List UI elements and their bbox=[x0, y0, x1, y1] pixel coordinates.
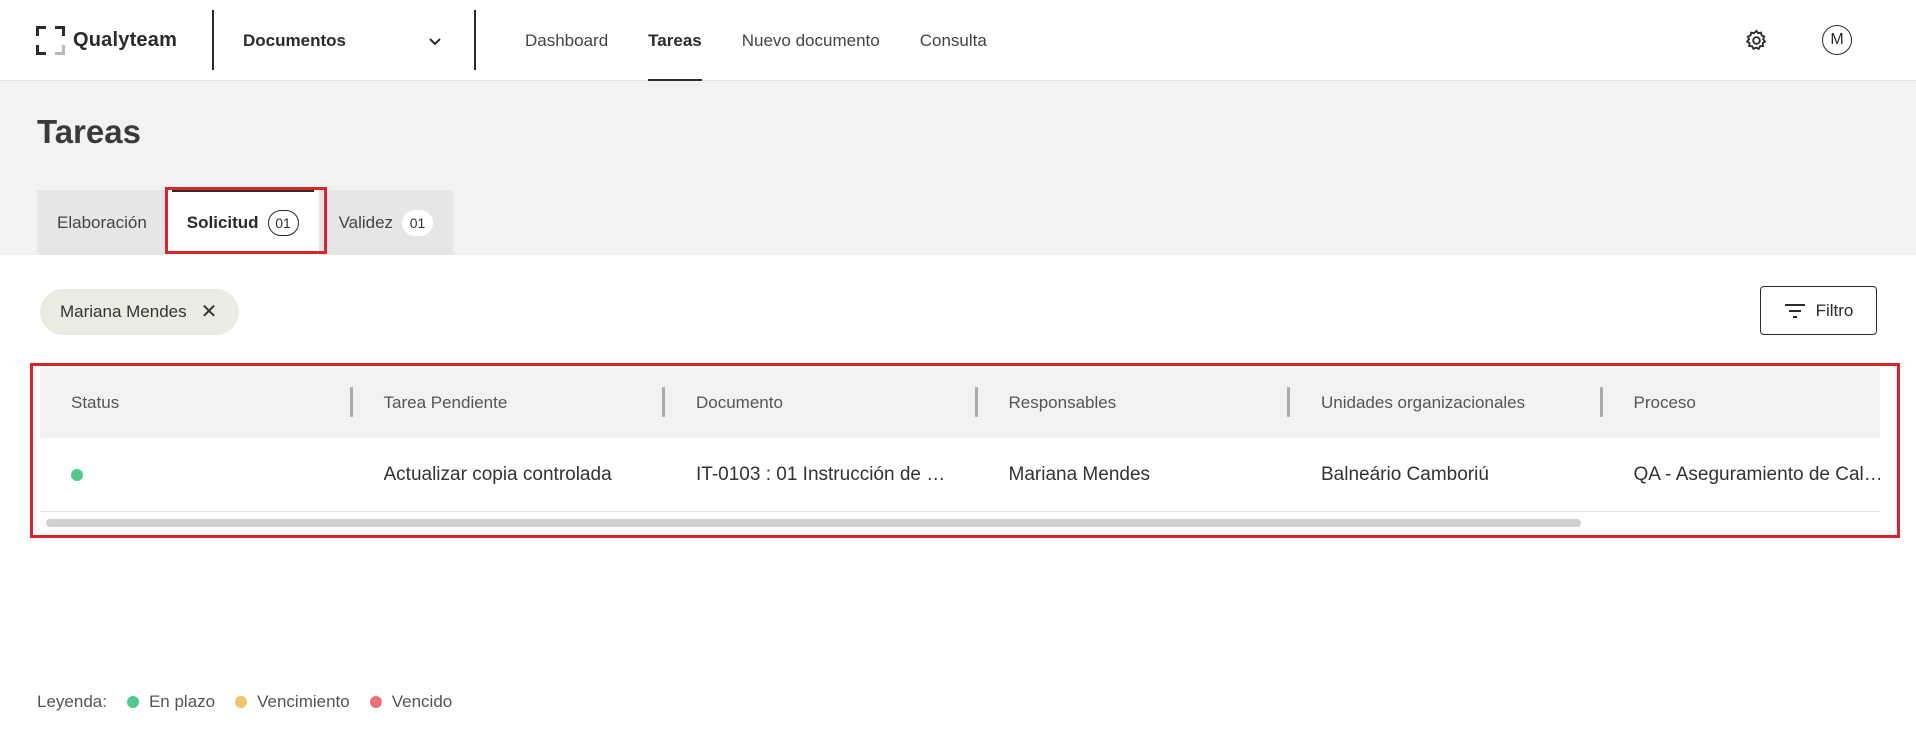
page-title: Tareas bbox=[37, 113, 141, 150]
cell-text: IT-0103 : 01 Instrucción de … bbox=[696, 463, 946, 485]
tasks-table-highlight: Status Tarea Pendiente Documento Respons… bbox=[30, 363, 1900, 538]
legend-item-label: En plazo bbox=[148, 692, 216, 711]
filter-icon bbox=[1784, 303, 1805, 318]
legend-item-label: Vencido bbox=[391, 692, 453, 711]
filter-button-label: Filtro bbox=[1815, 300, 1854, 320]
legend-item-label: Vencimiento bbox=[257, 692, 350, 711]
cell-documento[interactable]: IT-0103 : 01 Instrucción de … bbox=[665, 438, 978, 511]
module-selector-label: Documentos bbox=[243, 31, 346, 50]
tab-count-badge: 01 bbox=[402, 209, 434, 236]
filter-button[interactable]: Filtro bbox=[1760, 286, 1877, 335]
cell-text: Mariana Mendes bbox=[1008, 463, 1151, 485]
legend-label: Leyenda: bbox=[37, 692, 107, 711]
tab-count-badge: 01 bbox=[267, 209, 299, 236]
user-avatar[interactable]: M bbox=[1822, 25, 1852, 55]
legend-item: Vencido bbox=[369, 692, 453, 712]
cell-text: Actualizar copia controlada bbox=[383, 463, 612, 485]
divider bbox=[212, 10, 214, 70]
column-header-proceso[interactable]: Proceso bbox=[1603, 368, 1881, 438]
divider bbox=[474, 10, 476, 70]
nav-nuevo-documento[interactable]: Nuevo documento bbox=[742, 0, 880, 81]
cell-responsables: Mariana Mendes bbox=[978, 438, 1291, 511]
table-row[interactable]: Actualizar copia controlada IT-0103 : 01… bbox=[40, 438, 1880, 512]
tab-label: Solicitud bbox=[186, 212, 259, 232]
table-header: Status Tarea Pendiente Documento Respons… bbox=[40, 368, 1880, 438]
nav-dashboard[interactable]: Dashboard bbox=[525, 0, 608, 81]
task-tabs: Elaboración Solicitud 01 Validez 01 bbox=[37, 190, 454, 255]
legend-dot bbox=[235, 696, 248, 708]
main-nav: Dashboard Tareas Nuevo documento Consult… bbox=[525, 0, 1027, 81]
column-header-responsables[interactable]: Responsables bbox=[978, 368, 1291, 438]
horizontal-scrollbar[interactable] bbox=[46, 519, 1581, 527]
column-header-unidades[interactable]: Unidades organizacionales bbox=[1290, 368, 1603, 438]
chevron-down-icon bbox=[429, 38, 441, 46]
legend-item: Vencimiento bbox=[235, 692, 350, 712]
legend-dot bbox=[369, 696, 382, 708]
column-header-documento[interactable]: Documento bbox=[665, 368, 978, 438]
logo-mark-icon bbox=[36, 25, 65, 55]
status-legend: Leyenda: En plazo Vencimiento Vencido bbox=[37, 692, 452, 712]
qualyteam-logo[interactable]: Qualyteam bbox=[36, 24, 177, 56]
cell-text: Balneário Camboriú bbox=[1321, 463, 1489, 485]
cell-unidades: Balneário Camboriú bbox=[1290, 438, 1603, 511]
cell-tarea: Actualizar copia controlada bbox=[353, 438, 666, 511]
brand-name: Qualyteam bbox=[73, 28, 178, 51]
filter-chip-label: Mariana Mendes bbox=[60, 302, 187, 321]
cell-proceso: QA - Aseguramiento de Cal… bbox=[1603, 438, 1881, 511]
tab-validez[interactable]: Validez 01 bbox=[319, 190, 454, 255]
cell-status bbox=[40, 438, 353, 511]
tasks-table: Status Tarea Pendiente Documento Respons… bbox=[40, 368, 1880, 518]
legend-item: En plazo bbox=[126, 692, 216, 712]
column-header-tarea-pendiente[interactable]: Tarea Pendiente bbox=[353, 368, 666, 438]
filter-chip: Mariana Mendes ✕ bbox=[40, 289, 240, 335]
tab-label: Elaboración bbox=[57, 212, 147, 232]
page-header: Tareas Elaboración Solicitud 01 Validez … bbox=[0, 81, 1916, 255]
gear-icon[interactable] bbox=[1744, 28, 1769, 53]
tab-solicitud[interactable]: Solicitud 01 bbox=[166, 190, 319, 255]
status-dot bbox=[71, 468, 83, 481]
legend-dot bbox=[126, 696, 139, 708]
tab-elaboracion[interactable]: Elaboración bbox=[37, 190, 167, 255]
top-navigation-bar: Qualyteam Documentos Dashboard Tareas Nu… bbox=[0, 0, 1916, 81]
column-header-status[interactable]: Status bbox=[40, 368, 353, 438]
nav-tareas[interactable]: Tareas bbox=[648, 0, 702, 81]
close-icon[interactable]: ✕ bbox=[201, 302, 218, 322]
module-selector[interactable]: Documentos bbox=[243, 24, 443, 58]
tab-label: Validez bbox=[338, 212, 394, 232]
nav-consulta[interactable]: Consulta bbox=[920, 0, 987, 81]
cell-text: QA - Aseguramiento de Cal… bbox=[1633, 463, 1881, 485]
